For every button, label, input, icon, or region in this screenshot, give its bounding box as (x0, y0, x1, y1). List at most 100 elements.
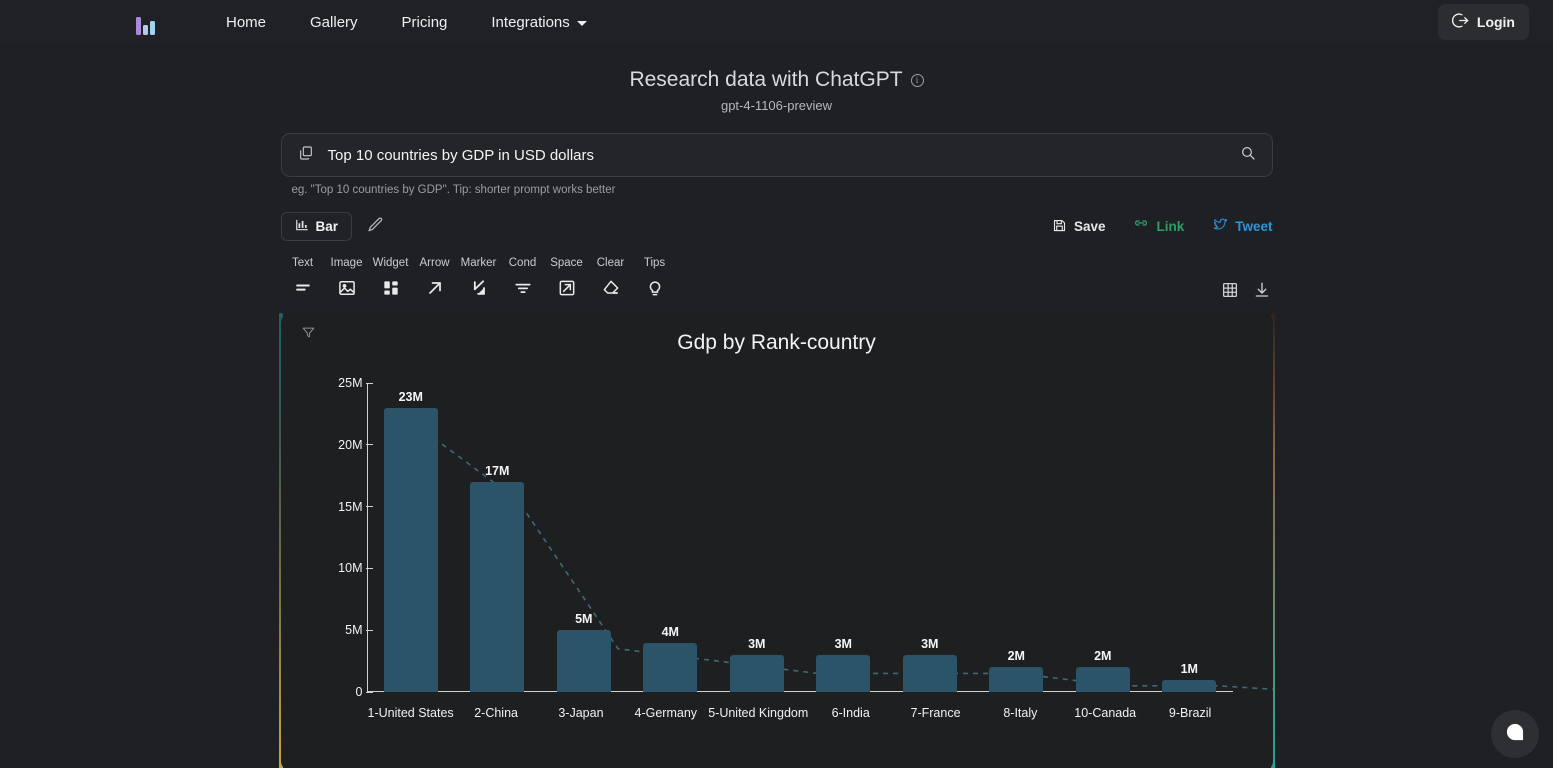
bar-item[interactable]: 3M (714, 383, 801, 692)
logo-bar-3 (150, 21, 155, 35)
tool-cond-label: Cond (509, 257, 537, 269)
model-subtitle: gpt-4-1106-preview (281, 98, 1273, 113)
bar[interactable] (470, 482, 524, 692)
x-tick-label: 10-Canada (1063, 706, 1148, 720)
bar-value-label: 2M (1094, 649, 1111, 663)
page-title: Research data with ChatGPT i (281, 68, 1273, 92)
x-tick-label: 5-United Kingdom (708, 706, 808, 720)
x-tick-label: 4-Germany (623, 706, 708, 720)
nav-pricing-label: Pricing (402, 14, 448, 31)
bar-value-label: 3M (748, 637, 765, 651)
tweet-button[interactable]: Tweet (1212, 217, 1272, 236)
info-icon[interactable]: i (911, 74, 924, 87)
link-button[interactable]: Link (1133, 217, 1184, 236)
bar-item[interactable]: 3M (887, 383, 974, 692)
action-row: Bar Save (281, 212, 1273, 241)
tool-space[interactable]: Space (545, 257, 589, 298)
bar[interactable] (989, 667, 1043, 692)
tool-widget-label: Widget (373, 257, 409, 269)
lightbulb-icon (645, 278, 665, 298)
nav-gallery[interactable]: Gallery (288, 8, 380, 37)
y-tick: 5M (281, 623, 373, 637)
bar[interactable] (1076, 667, 1130, 692)
search-box[interactable]: Top 10 countries by GDP in USD dollars (281, 133, 1273, 177)
tool-widget[interactable]: Widget (369, 257, 413, 298)
tool-text-label: Text (292, 257, 313, 269)
bar-value-label: 3M (921, 637, 938, 651)
tool-arrow[interactable]: Arrow (413, 257, 457, 298)
y-tick: 25M (281, 376, 373, 390)
bar-item[interactable]: 1M (1146, 383, 1233, 692)
y-tick-label: 0 (356, 685, 363, 699)
login-label: Login (1477, 14, 1515, 30)
bar-item[interactable]: 2M (973, 383, 1060, 692)
search-input[interactable]: Top 10 countries by GDP in USD dollars (328, 147, 1226, 164)
y-tick: 0 (281, 685, 373, 699)
tool-tips[interactable]: Tips (633, 257, 677, 298)
x-tick-label: 7-France (893, 706, 978, 720)
tool-clear[interactable]: Clear (589, 257, 633, 298)
table-grid-icon[interactable] (1219, 279, 1241, 301)
search-section: Top 10 countries by GDP in USD dollars e… (281, 133, 1273, 196)
search-icon[interactable] (1240, 145, 1256, 166)
login-icon (1452, 12, 1469, 32)
funnel-filter-icon[interactable] (301, 325, 316, 345)
bar-item[interactable]: 4M (627, 383, 714, 692)
tool-clear-label: Clear (597, 257, 624, 269)
brush-button[interactable] (366, 216, 383, 238)
y-tick-label: 5M (345, 623, 362, 637)
bar-value-label: 23M (399, 390, 423, 404)
bar-value-label: 1M (1181, 662, 1198, 676)
widget-icon (381, 278, 401, 298)
link-icon (1133, 217, 1149, 236)
y-tick-label: 25M (338, 376, 362, 390)
nav-home[interactable]: Home (204, 8, 288, 37)
twitter-bird-icon (1212, 217, 1228, 236)
y-tick-label: 10M (338, 561, 362, 575)
tool-marker[interactable]: Marker (457, 257, 501, 298)
chat-widget-button[interactable] (1491, 710, 1539, 758)
x-tick-label: 6-India (808, 706, 893, 720)
save-button[interactable]: Save (1052, 218, 1106, 236)
tool-text[interactable]: Text (281, 257, 325, 298)
bar[interactable] (1162, 680, 1216, 692)
x-tick-label: 8-Italy (978, 706, 1063, 720)
bar[interactable] (384, 408, 438, 692)
login-button[interactable]: Login (1438, 4, 1529, 40)
chart-logo[interactable] (136, 9, 164, 35)
y-tick: 20M (281, 438, 373, 452)
bar[interactable] (557, 630, 611, 692)
chart-panel: Gdp by Rank-country 05M10M15M20M25M 23M1… (281, 313, 1273, 768)
nav-integrations[interactable]: Integrations (469, 8, 608, 37)
chart-type-button[interactable]: Bar (281, 212, 353, 241)
bar-item[interactable]: 17M (454, 383, 541, 692)
copy-icon[interactable] (298, 145, 314, 166)
bar[interactable] (903, 655, 957, 692)
arrow-up-right-icon (425, 278, 445, 298)
bar-value-label: 17M (485, 464, 509, 478)
page-root: Home Gallery Pricing Integrations Login … (0, 0, 1553, 768)
bar-item[interactable]: 2M (1060, 383, 1147, 692)
chat-bubble-icon (1504, 721, 1526, 748)
page-title-text: Research data with ChatGPT (629, 68, 902, 92)
bar-item[interactable]: 23M (368, 383, 455, 692)
tool-cond[interactable]: Cond (501, 257, 545, 298)
tweet-label: Tweet (1235, 219, 1272, 234)
download-icon[interactable] (1251, 279, 1273, 301)
bar-item[interactable]: 5M (541, 383, 628, 692)
tool-image-label: Image (331, 257, 363, 269)
bar[interactable] (643, 643, 697, 692)
bar-item[interactable]: 3M (800, 383, 887, 692)
filter-lines-icon (513, 278, 533, 298)
nav-pricing[interactable]: Pricing (380, 8, 470, 37)
bar[interactable] (730, 655, 784, 692)
text-lines-icon (293, 278, 313, 298)
nav-home-label: Home (226, 14, 266, 31)
y-axis-labels: 05M10M15M20M25M (281, 369, 373, 724)
expand-box-icon (557, 278, 577, 298)
y-tick-label: 20M (338, 438, 362, 452)
tool-image[interactable]: Image (325, 257, 369, 298)
tool-tips-label: Tips (644, 257, 665, 269)
content-column: Research data with ChatGPT i gpt-4-1106-… (281, 44, 1273, 768)
bar[interactable] (816, 655, 870, 692)
